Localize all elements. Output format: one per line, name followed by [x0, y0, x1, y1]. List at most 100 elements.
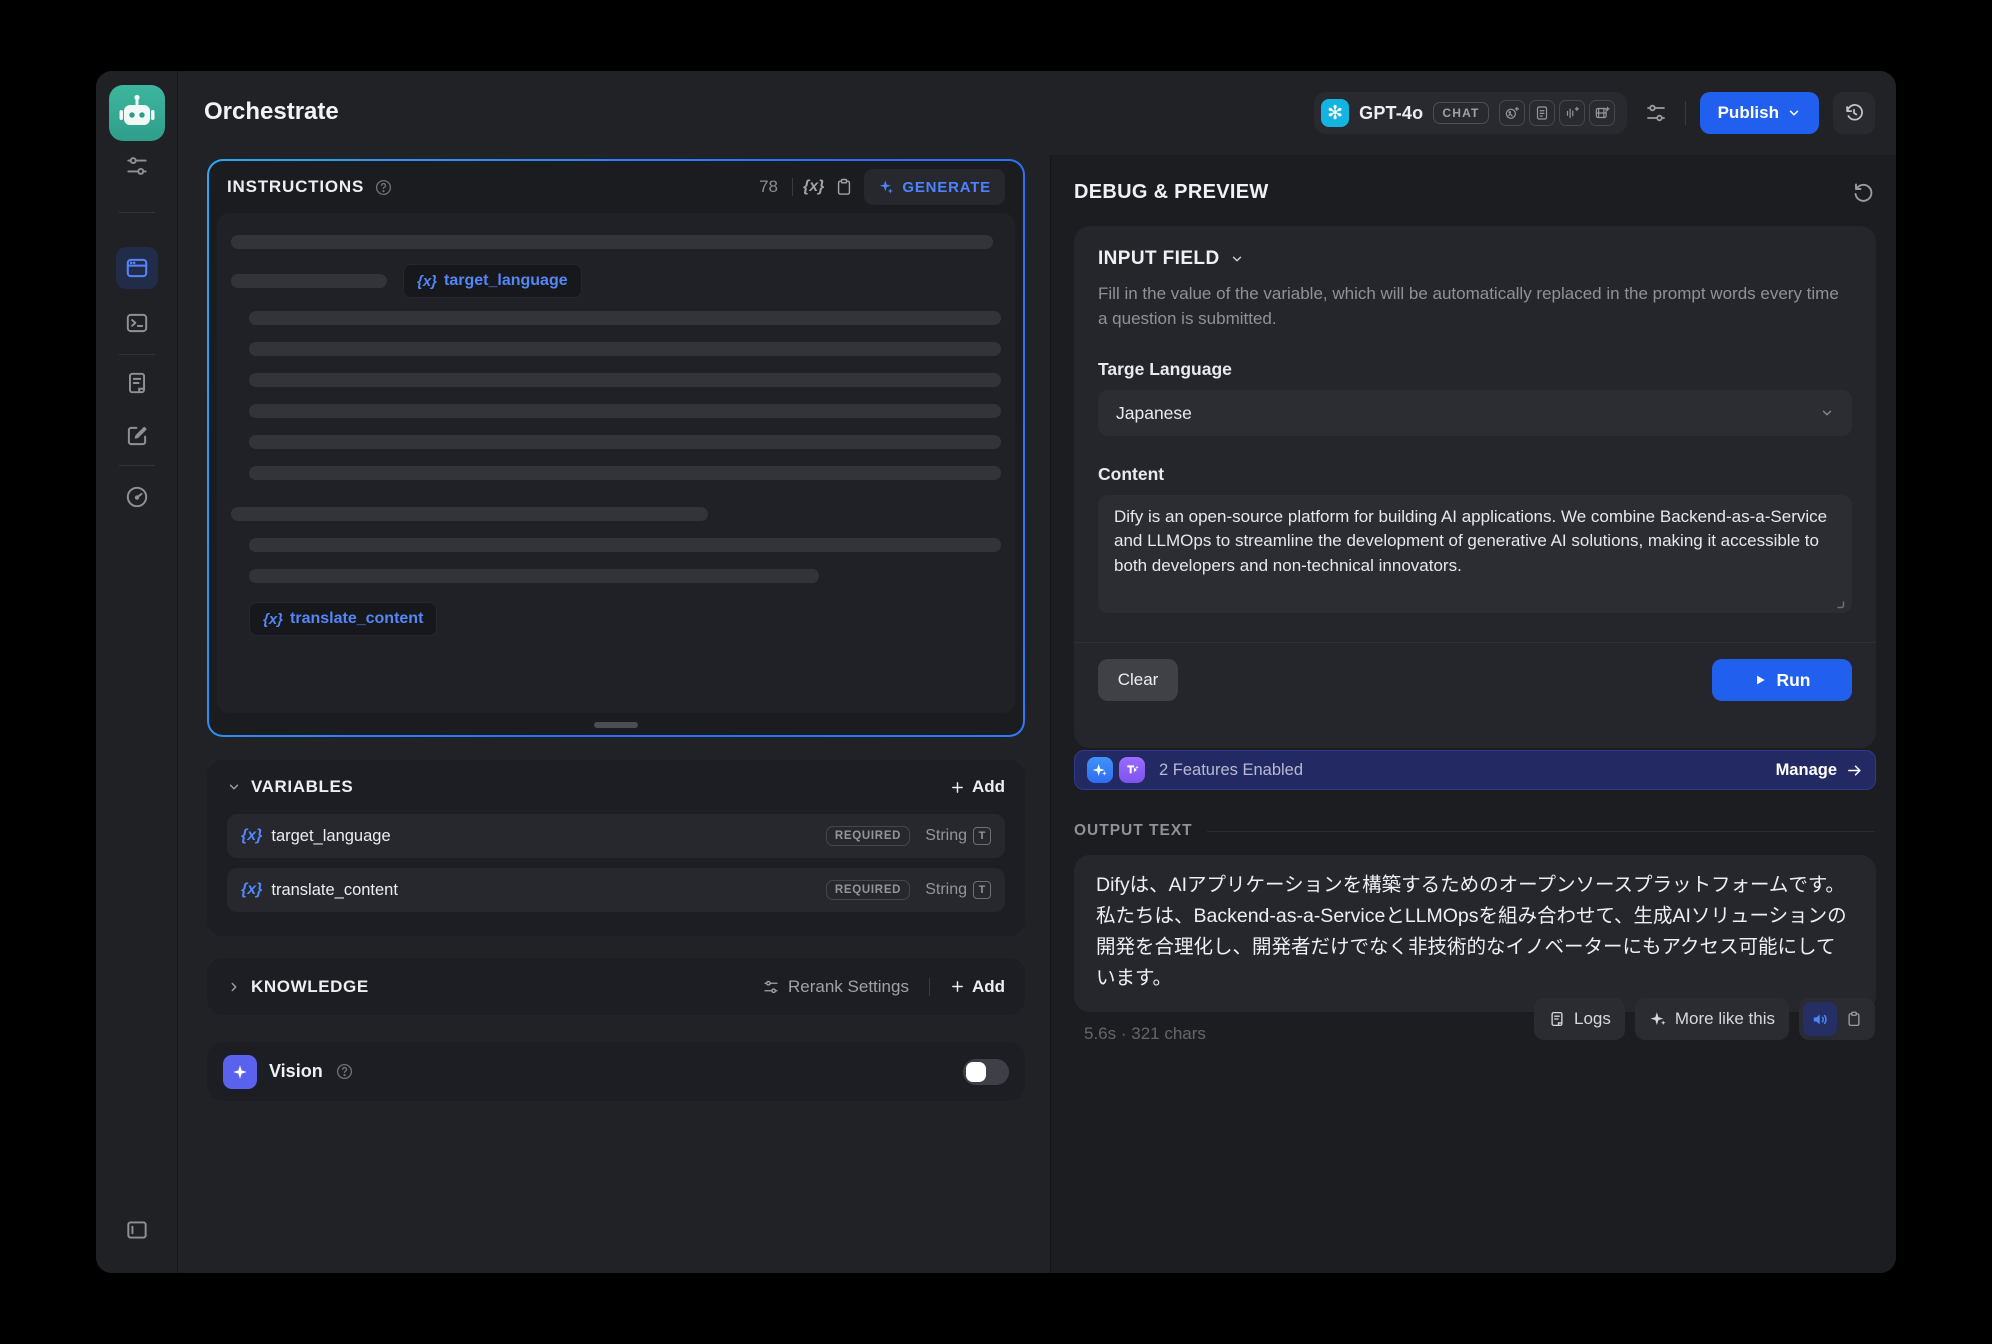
copy-prompt-button[interactable] — [834, 177, 854, 197]
resize-corner-icon[interactable] — [1833, 597, 1845, 609]
skeleton-bar — [231, 507, 708, 521]
model-mode-badge: CHAT — [1433, 102, 1488, 124]
skeleton-bar — [249, 373, 1001, 387]
variable-row-target-language[interactable]: {x} target_language REQUIRED String T — [227, 814, 1005, 858]
app-header: Orchestrate ✻ GPT-4o CHAT — [178, 71, 1896, 155]
toolbar-divider — [792, 178, 793, 196]
add-label: Add — [972, 977, 1005, 997]
skeleton-bar — [231, 235, 993, 249]
target-language-select[interactable]: Japanese — [1098, 390, 1852, 436]
header-divider — [1685, 101, 1686, 125]
variable-icon: {x} — [241, 881, 262, 899]
variable-chip-label: translate_content — [290, 610, 423, 628]
prompt-settings-button[interactable] — [1641, 98, 1671, 128]
sidebar-item-logs[interactable] — [124, 370, 150, 396]
orchestrate-pane: INSTRUCTIONS 78 {x} — [178, 155, 1050, 1273]
skeleton-bar — [231, 274, 387, 288]
dify-robot-app-icon[interactable] — [109, 85, 165, 141]
sidebar-item-app-builder-active[interactable] — [116, 247, 158, 289]
sidebar-item-annotations[interactable] — [124, 423, 150, 449]
more-like-this-button[interactable]: More like this — [1635, 998, 1789, 1040]
publish-button[interactable]: Publish — [1700, 92, 1819, 134]
manage-label: Manage — [1776, 761, 1837, 780]
panel-collapse-icon — [124, 1217, 150, 1243]
insert-variable-button[interactable]: {x} — [803, 178, 824, 196]
variable-icon: {x} — [263, 611, 283, 628]
variable-chip-target-language[interactable]: {x} target_language — [403, 264, 582, 298]
target-language-label: Targe Language — [1098, 359, 1852, 380]
generate-button[interactable]: GENERATE — [864, 169, 1005, 205]
prompt-editor[interactable]: {x} target_language {x} tran — [217, 213, 1015, 713]
character-count: 78 — [759, 177, 778, 197]
logs-icon — [1548, 1010, 1566, 1028]
variable-chip-translate-content[interactable]: {x} translate_content — [249, 602, 437, 636]
output-actions: Logs More like this — [1534, 998, 1875, 1040]
chevron-down-icon[interactable] — [227, 780, 241, 794]
add-variable-button[interactable]: Add — [950, 777, 1005, 797]
sidebar-item-terminal[interactable] — [124, 310, 150, 336]
sliders-icon — [762, 978, 780, 996]
knowledge-section: KNOWLEDGE Rerank Settings Add — [207, 958, 1025, 1015]
input-field-title: INPUT FIELD — [1098, 248, 1220, 270]
add-knowledge-button[interactable]: Add — [950, 977, 1005, 997]
selected-language: Japanese — [1116, 403, 1192, 424]
features-enabled-text: 2 Features Enabled — [1159, 761, 1303, 780]
history-button[interactable] — [1833, 92, 1875, 134]
variable-row-translate-content[interactable]: {x} translate_content REQUIRED String T — [227, 868, 1005, 912]
run-label: Run — [1776, 670, 1810, 691]
output-card: Difyは、AIアプリケーションを構築するためのオープンソースプラットフォームで… — [1074, 855, 1876, 1012]
play-audio-button[interactable] — [1803, 1002, 1837, 1036]
variable-icon: {x} — [417, 273, 437, 290]
output-text: Difyは、AIアプリケーションを構築するためのオープンソースプラットフォームで… — [1096, 870, 1854, 994]
variable-name: translate_content — [271, 881, 398, 900]
toolbar-divider — [929, 978, 930, 996]
collapse-sidebar-button[interactable] — [124, 1217, 150, 1243]
clear-button[interactable]: Clear — [1098, 659, 1178, 701]
sidebar-divider — [119, 354, 155, 355]
copy-output-button[interactable] — [1837, 1002, 1871, 1036]
chevron-down-icon — [1820, 406, 1834, 420]
variable-type: String — [925, 881, 967, 899]
logs-button[interactable]: Logs — [1534, 998, 1625, 1040]
sidebar-item-monitoring[interactable] — [124, 484, 150, 510]
vision-label: Vision — [269, 1061, 323, 1082]
sidebar — [96, 71, 178, 1273]
skeleton-bar — [249, 404, 1001, 418]
history-icon — [1843, 102, 1865, 124]
chevron-right-icon[interactable] — [227, 980, 241, 994]
vision-toggle-off[interactable] — [963, 1059, 1009, 1085]
skeleton-bar — [249, 342, 1001, 356]
skeleton-bar — [249, 538, 1001, 552]
model-selector[interactable]: ✻ GPT-4o CHAT — [1314, 92, 1626, 134]
sidebar-divider — [119, 212, 155, 213]
clipboard-icon — [1845, 1010, 1863, 1028]
sliders-icon — [1644, 101, 1668, 125]
run-button[interactable]: Run — [1712, 659, 1852, 701]
variable-name: target_language — [271, 827, 390, 846]
restart-icon[interactable] — [1851, 180, 1875, 204]
skeleton-bar — [249, 466, 1001, 480]
chevron-down-icon[interactable] — [1230, 252, 1244, 266]
vision-feature-icon — [223, 1055, 257, 1089]
manage-features-button[interactable]: Manage — [1776, 761, 1863, 780]
variable-type: String — [925, 827, 967, 845]
terminal-icon — [124, 310, 150, 336]
panel-resize-handle[interactable] — [594, 722, 638, 728]
output-divider-line — [1207, 831, 1875, 832]
toggle-knob — [966, 1062, 986, 1082]
card-divider — [1074, 642, 1876, 643]
help-icon[interactable] — [374, 178, 393, 197]
more-like-this-feature-icon — [1087, 757, 1113, 783]
orchestrate-settings-icon[interactable] — [124, 153, 150, 179]
features-enabled-bar[interactable]: 2 Features Enabled Manage — [1074, 750, 1876, 790]
logs-label: Logs — [1574, 1009, 1611, 1029]
audio-copy-group — [1799, 998, 1875, 1040]
page-title: Orchestrate — [204, 98, 339, 126]
app-window: Orchestrate ✻ GPT-4o CHAT — [96, 71, 1896, 1273]
debug-preview-title: DEBUG & PREVIEW — [1074, 181, 1269, 204]
rerank-settings-button[interactable]: Rerank Settings — [762, 977, 909, 997]
input-field-card: INPUT FIELD Fill in the value of the var… — [1074, 226, 1876, 748]
add-label: Add — [972, 777, 1005, 797]
help-icon[interactable] — [335, 1062, 354, 1081]
content-textarea[interactable]: Dify is an open-source platform for buil… — [1098, 495, 1852, 613]
